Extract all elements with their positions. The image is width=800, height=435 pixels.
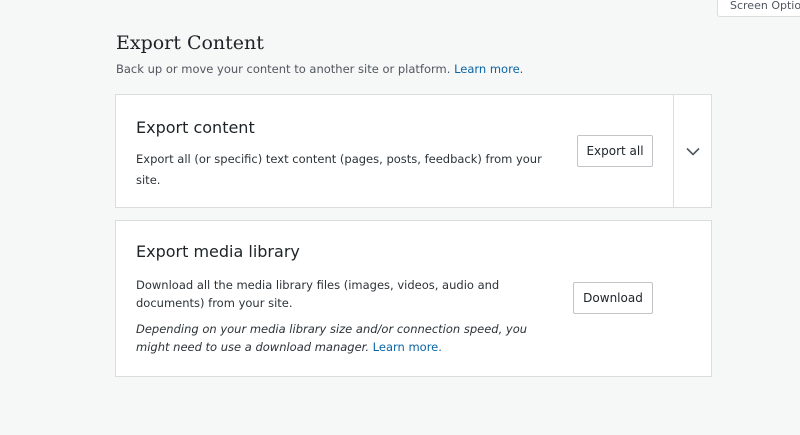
export-media-description: Download all the media library files (im… — [136, 276, 499, 312]
learn-more-link[interactable]: Learn more. — [454, 62, 523, 76]
export-options-toggle[interactable] — [673, 95, 711, 207]
export-media-note: Depending on your media library size and… — [136, 320, 527, 356]
chevron-down-icon — [685, 147, 700, 156]
export-media-card: Export media library Download all the me… — [115, 220, 712, 377]
export-all-button[interactable]: Export all — [577, 135, 653, 167]
export-media-title: Export media library — [136, 242, 300, 261]
export-media-note-text: might need to use a download manager. — [136, 340, 370, 354]
screen-options-button[interactable]: Screen Options — [717, 0, 800, 17]
media-learn-more-link[interactable]: Learn more. — [373, 340, 442, 354]
export-media-description-line: documents) from your site. — [136, 296, 293, 310]
export-content-title: Export content — [136, 118, 255, 137]
export-content-description-line: Export all (or specific) text content (p… — [136, 152, 542, 166]
export-content-card: Export content Export all (or specific) … — [115, 94, 712, 208]
export-media-note-line: might need to use a download manager. Le… — [136, 338, 527, 356]
export-content-description-line: site. — [136, 173, 161, 187]
export-content-description: Export all (or specific) text content (p… — [136, 149, 542, 191]
page-subtitle-text: Back up or move your content to another … — [116, 62, 451, 76]
download-button[interactable]: Download — [573, 282, 653, 314]
page-title: Export Content — [116, 32, 264, 54]
export-media-note-line: Depending on your media library size and… — [136, 322, 528, 336]
page-subtitle: Back up or move your content to another … — [116, 62, 523, 76]
export-media-description-line: Download all the media library files (im… — [136, 278, 500, 292]
